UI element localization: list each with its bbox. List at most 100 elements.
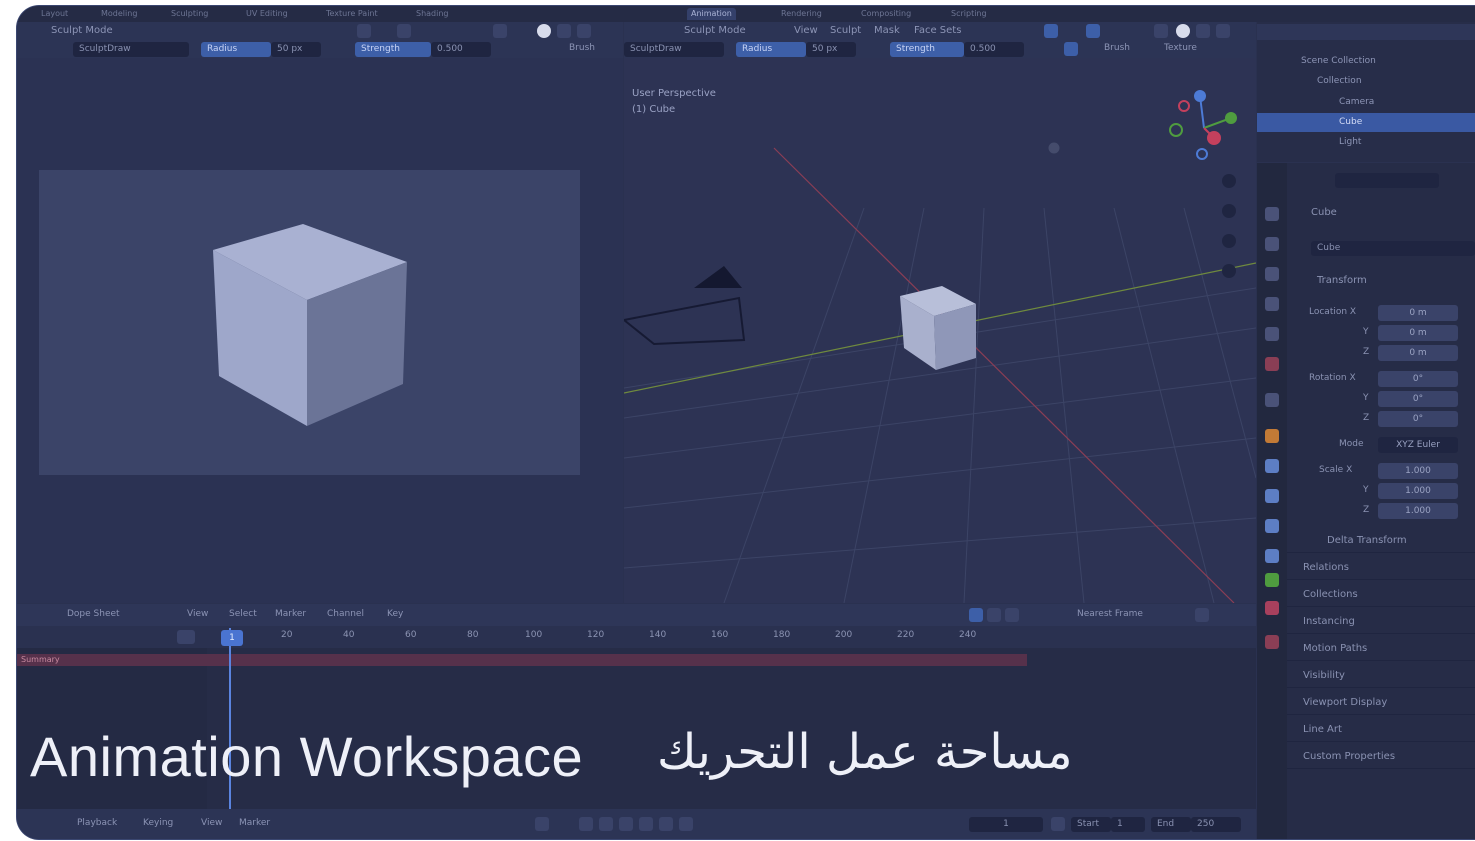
left-strength-value[interactable]: 0.500: [431, 42, 491, 57]
play-icon[interactable]: [639, 817, 653, 831]
left-shading-sphere-icon[interactable]: [537, 24, 551, 38]
transform-panel-header[interactable]: Transform: [1317, 275, 1367, 286]
left-header-icon-1[interactable]: [357, 24, 371, 38]
editor-type-menu[interactable]: Dope Sheet: [67, 609, 120, 619]
panel-motion-paths[interactable]: Motion Paths: [1287, 637, 1475, 661]
main-mode-menu[interactable]: Sculpt Mode: [684, 25, 746, 36]
rotation-z[interactable]: 0°: [1378, 411, 1458, 427]
main-brush-field[interactable]: SculptDraw: [624, 42, 724, 57]
physics-tab-icon[interactable]: [1265, 519, 1279, 533]
camera-viewport[interactable]: [17, 58, 623, 603]
overlay-icon[interactable]: [1044, 24, 1058, 38]
shading-wire-icon[interactable]: [1154, 24, 1168, 38]
jump-start-icon[interactable]: [579, 817, 593, 831]
data-tab-icon[interactable]: [1265, 573, 1279, 587]
main-strength-value[interactable]: 0.500: [964, 42, 1024, 57]
main-radius-label[interactable]: Radius: [736, 42, 806, 57]
shading-render-icon[interactable]: [1216, 24, 1230, 38]
object-tab-icon[interactable]: [1265, 429, 1279, 443]
left-brush-field[interactable]: SculptDraw: [73, 42, 189, 57]
proportional-icon[interactable]: [1195, 608, 1209, 622]
frame-ruler[interactable]: 20 40 60 80 100 120 140 160 180 200 220 …: [17, 626, 1256, 648]
timeline-menu-keying[interactable]: Keying: [143, 818, 173, 828]
ds-menu-key[interactable]: Key: [387, 609, 403, 619]
left-radius-value[interactable]: 50 px: [271, 42, 321, 57]
shading-solid-icon[interactable]: [1176, 24, 1190, 38]
xray-icon[interactable]: [1086, 24, 1100, 38]
rotation-mode-select[interactable]: XYZ Euler: [1378, 437, 1458, 453]
scale-x[interactable]: 1.000: [1378, 463, 1458, 479]
modifier-tab-icon[interactable]: [1265, 459, 1279, 473]
panel-custom-properties[interactable]: Custom Properties: [1287, 745, 1475, 769]
tab-animation[interactable]: Animation: [687, 8, 736, 20]
left-radius-label[interactable]: Radius: [201, 42, 271, 57]
prev-key-icon[interactable]: [599, 817, 613, 831]
tab-layout[interactable]: Layout: [37, 8, 72, 20]
tab-compositing[interactable]: Compositing: [857, 8, 915, 20]
location-x[interactable]: 0 m: [1378, 305, 1458, 321]
scale-y[interactable]: 1.000: [1378, 483, 1458, 499]
tab-shading[interactable]: Shading: [412, 8, 453, 20]
ruler-toggle-icon[interactable]: [177, 630, 195, 644]
tab-sculpting[interactable]: Sculpting: [167, 8, 212, 20]
outliner-collection[interactable]: Collection: [1257, 72, 1475, 91]
render-tab-icon[interactable]: [1265, 237, 1279, 251]
scene-tab-icon[interactable]: [1265, 327, 1279, 341]
ds-menu-channel[interactable]: Channel: [327, 609, 364, 619]
tab-rendering[interactable]: Rendering: [777, 8, 826, 20]
camera-view-icon[interactable]: [1222, 234, 1236, 248]
menu-view[interactable]: View: [794, 25, 818, 36]
object-data-name[interactable]: Cube: [1311, 241, 1475, 256]
left-shading-render-icon[interactable]: [577, 24, 591, 38]
summary-row[interactable]: Summary: [17, 654, 1027, 666]
left-strength-label[interactable]: Strength: [355, 42, 431, 57]
tab-modeling[interactable]: Modeling: [97, 8, 141, 20]
outliner-camera[interactable]: Camera: [1257, 93, 1475, 112]
main-radius-value[interactable]: 50 px: [806, 42, 856, 57]
rotation-x[interactable]: 0°: [1378, 371, 1458, 387]
menu-sculpt[interactable]: Sculpt: [830, 25, 861, 36]
snap-mode-select[interactable]: Nearest Frame: [1077, 609, 1143, 619]
ds-menu-view[interactable]: View: [187, 609, 208, 619]
pan-hand-icon[interactable]: [1222, 204, 1236, 218]
timeline-menu-marker[interactable]: Marker: [239, 818, 270, 828]
panel-delta-transform[interactable]: Delta Transform: [1287, 529, 1475, 553]
record-icon[interactable]: [535, 817, 549, 831]
main-strength-label[interactable]: Strength: [890, 42, 964, 57]
left-mode-menu[interactable]: Sculpt Mode: [51, 25, 113, 36]
ds-menu-select[interactable]: Select: [229, 609, 257, 619]
panel-collections[interactable]: Collections: [1287, 583, 1475, 607]
left-brush-menu[interactable]: Brush: [569, 43, 595, 53]
location-z[interactable]: 0 m: [1378, 345, 1458, 361]
collection-tab-icon[interactable]: [1265, 393, 1279, 407]
particles-tab-icon[interactable]: [1265, 489, 1279, 503]
only-selected-icon[interactable]: [969, 608, 983, 622]
texture-tab-icon[interactable]: [1265, 635, 1279, 649]
constraints-tab-icon[interactable]: [1265, 549, 1279, 563]
menu-mask[interactable]: Mask: [874, 25, 900, 36]
timeline-menu-view[interactable]: View: [201, 818, 222, 828]
ds-menu-marker[interactable]: Marker: [275, 609, 306, 619]
start-frame-field[interactable]: 1: [1111, 817, 1145, 832]
errors-icon[interactable]: [1005, 608, 1019, 622]
play-reverse-icon[interactable]: [619, 817, 633, 831]
view-layer-tab-icon[interactable]: [1265, 297, 1279, 311]
material-tab-icon[interactable]: [1265, 601, 1279, 615]
location-y[interactable]: 0 m: [1378, 325, 1458, 341]
world-tab-icon[interactable]: [1265, 357, 1279, 371]
panel-visibility[interactable]: Visibility: [1287, 664, 1475, 688]
output-tab-icon[interactable]: [1265, 267, 1279, 281]
zoom-icon[interactable]: [1222, 174, 1236, 188]
main-brush-menu[interactable]: Brush: [1104, 43, 1130, 53]
end-frame-field[interactable]: 250: [1191, 817, 1241, 832]
preview-range-icon[interactable]: [1051, 817, 1065, 831]
current-frame-indicator[interactable]: 1: [221, 630, 243, 646]
tab-texture-paint[interactable]: Texture Paint: [322, 8, 382, 20]
grid-view-icon[interactable]: [1222, 264, 1236, 278]
shading-material-icon[interactable]: [1196, 24, 1210, 38]
next-key-icon[interactable]: [659, 817, 673, 831]
rotation-y[interactable]: 0°: [1378, 391, 1458, 407]
panel-relations[interactable]: Relations: [1287, 556, 1475, 580]
menu-face-sets[interactable]: Face Sets: [914, 25, 961, 36]
left-shading-solid-icon[interactable]: [493, 24, 507, 38]
